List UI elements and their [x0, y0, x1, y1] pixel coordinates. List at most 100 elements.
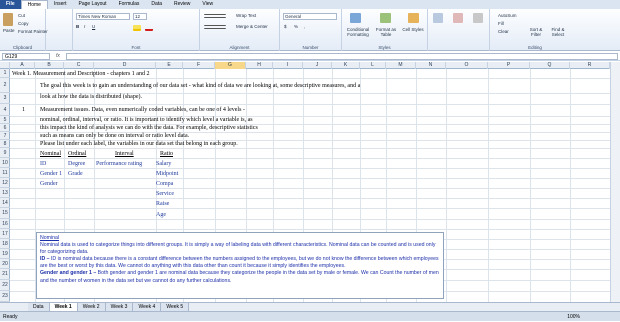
cell-styles-icon[interactable] [408, 13, 419, 23]
row-header[interactable]: 3 [0, 93, 10, 104]
sort-filter-button[interactable]: Sort & Filter [526, 27, 546, 37]
cell-ordinal-1[interactable]: Degree [68, 160, 85, 168]
column-header[interactable]: C [64, 62, 94, 69]
cell-b8[interactable]: Please list under each label, the variab… [40, 140, 238, 148]
column-header[interactable]: J [303, 62, 332, 69]
formula-input[interactable] [66, 53, 618, 60]
format-table-icon[interactable] [380, 13, 391, 23]
conditional-formatting-icon[interactable] [350, 13, 361, 23]
column-header[interactable]: O [446, 62, 488, 69]
sheet-tab-data[interactable]: Data [28, 303, 50, 311]
insert-cells-icon[interactable] [433, 13, 443, 23]
cell-b7[interactable]: such as means can only be done on interv… [40, 132, 189, 140]
tab-insert[interactable]: Insert [48, 0, 73, 9]
cell-nominal-2[interactable]: Gender 1 [40, 170, 62, 178]
clear-button[interactable]: Clear [498, 29, 509, 34]
cell-b2[interactable]: The goal this week is to gain an underst… [40, 82, 360, 90]
merge-center-button[interactable]: Merge & Center [236, 24, 268, 29]
cell-ordinal-2[interactable]: Grade [68, 170, 83, 178]
format-cells-icon[interactable] [473, 13, 483, 23]
cell-b4[interactable]: Measurement issues. Data, even numerical… [40, 106, 245, 114]
sheet-tab-week-2[interactable]: Week 2 [77, 303, 106, 311]
cell-a4[interactable]: 1 [22, 106, 25, 114]
cell-ratio-3[interactable]: Compa [156, 180, 173, 188]
paste-button[interactable]: Paste [3, 28, 15, 33]
align-icon[interactable] [204, 14, 226, 18]
cell-nominal-1[interactable]: ID [40, 160, 46, 168]
row-header[interactable]: 23 [0, 291, 10, 302]
column-header[interactable]: I [273, 62, 303, 69]
row-header[interactable]: 18 [0, 239, 10, 249]
row-header[interactable]: 8 [0, 140, 10, 148]
row-header[interactable]: 16 [0, 219, 10, 229]
font-color-icon[interactable] [145, 25, 153, 31]
bold-button[interactable]: B [76, 24, 79, 29]
column-header-selected[interactable]: G [215, 62, 246, 69]
header-ratio[interactable]: Ratio [160, 150, 173, 158]
format-painter-button[interactable]: Format Painter [18, 29, 48, 34]
row-header[interactable]: 1 [0, 69, 10, 78]
column-header[interactable]: Q [530, 62, 570, 69]
italic-button[interactable]: I [84, 24, 85, 29]
column-header[interactable]: F [183, 62, 215, 69]
tab-formulas[interactable]: Formulas [113, 0, 146, 9]
row-header[interactable]: 12 [0, 178, 10, 188]
column-header[interactable]: A [10, 62, 35, 69]
fx-icon[interactable]: fx [56, 53, 60, 59]
column-header[interactable]: H [246, 62, 273, 69]
conditional-formatting-button[interactable]: Conditional Formatting [344, 27, 372, 37]
row-header[interactable]: 7 [0, 132, 10, 140]
row-header[interactable]: 21 [0, 269, 10, 280]
cell-b6[interactable]: this impact the kind of analysis we can … [40, 124, 258, 132]
row-header[interactable]: 13 [0, 188, 10, 198]
delete-cells-icon[interactable] [453, 13, 463, 23]
sheet-tab-week-5[interactable]: Week 5 [161, 303, 190, 311]
fill-color-icon[interactable] [133, 25, 141, 31]
vertical-scrollbar[interactable] [610, 62, 620, 312]
row-header[interactable]: 15 [0, 208, 10, 219]
sheet-tab-week-3[interactable]: Week 3 [105, 303, 134, 311]
fill-button[interactable]: Fill [498, 21, 504, 26]
cell-ratio-2[interactable]: Midpoint [156, 170, 178, 178]
sheet-tab-week-4[interactable]: Week 4 [133, 303, 162, 311]
cell-ratio-4[interactable]: Service [156, 190, 174, 198]
comma-button[interactable]: , [304, 24, 305, 29]
select-all-corner[interactable] [0, 62, 10, 69]
tab-home[interactable]: Home [20, 0, 48, 9]
header-interval[interactable]: Interval [115, 150, 134, 158]
tab-file[interactable]: File [0, 0, 21, 9]
nominal-textbox[interactable]: Nominal Nominal data is used to categori… [36, 232, 444, 299]
row-header[interactable]: 6 [0, 124, 10, 132]
copy-button[interactable]: Copy [18, 21, 29, 26]
tab-data[interactable]: Data [145, 0, 168, 9]
column-header[interactable]: N [416, 62, 446, 69]
tab-review[interactable]: Review [168, 0, 196, 9]
cell-styles-button[interactable]: Cell Styles [402, 27, 424, 32]
row-header[interactable]: 22 [0, 280, 10, 291]
cell-b5[interactable]: nominal, ordinal, interval, or ratio. It… [40, 116, 253, 124]
cell-nominal-3[interactable]: Gender [40, 180, 58, 188]
cell-a1[interactable]: Week 1. Measurement and Description - ch… [12, 70, 149, 78]
font-name-select[interactable]: Times New Roman [76, 13, 130, 20]
column-header[interactable]: P [488, 62, 530, 69]
sheet-tab-week-1[interactable]: Week 1 [49, 303, 78, 311]
percent-button[interactable]: % [294, 24, 298, 29]
header-nominal[interactable]: Nominal [40, 150, 61, 158]
font-size-select[interactable]: 12 [133, 13, 147, 20]
row-header[interactable]: 2 [0, 78, 10, 93]
wrap-text-button[interactable]: Wrap Text [236, 13, 256, 18]
row-header[interactable]: 11 [0, 168, 10, 178]
currency-button[interactable]: $ [284, 24, 287, 29]
name-box[interactable]: G129 [2, 53, 50, 60]
paste-icon[interactable] [3, 13, 13, 26]
tab-page-layout[interactable]: Page Layout [72, 0, 112, 9]
cut-button[interactable]: Cut [18, 13, 25, 18]
cell-b3[interactable]: look at how the data is distributed (sha… [40, 93, 142, 101]
row-header[interactable]: 5 [0, 116, 10, 124]
row-header[interactable]: 4 [0, 104, 10, 116]
underline-button[interactable]: U [92, 24, 95, 29]
row-header[interactable]: 9 [0, 148, 10, 158]
cell-ratio-1[interactable]: Salary [156, 160, 171, 168]
autosum-button[interactable]: AutoSum [498, 13, 517, 18]
row-header[interactable]: 17 [0, 229, 10, 239]
